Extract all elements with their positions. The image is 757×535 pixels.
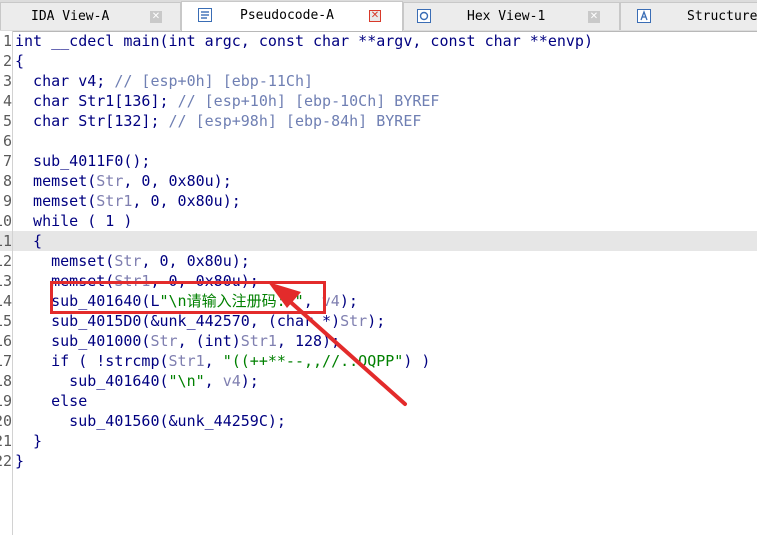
annotation-arrow-icon (268, 282, 407, 406)
